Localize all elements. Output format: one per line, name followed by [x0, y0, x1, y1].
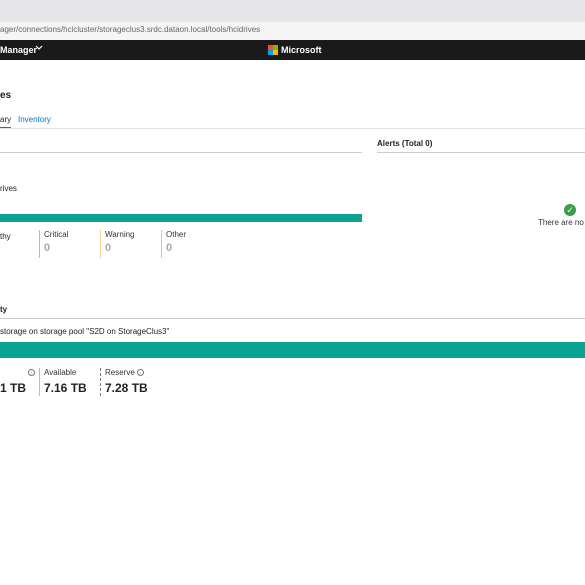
- tabs-divider: [0, 128, 585, 129]
- used-value: 1 TB: [0, 381, 27, 395]
- critical-value: 0: [44, 242, 51, 254]
- check-circle-icon: ✓: [564, 204, 576, 216]
- reserve-value: 7.28 TB: [105, 381, 148, 395]
- capacity-description: storage on storage pool "S2D on StorageC…: [0, 327, 170, 336]
- capacity-bar: [0, 342, 585, 358]
- warning-label: Warning: [105, 230, 135, 239]
- used-label: i: [0, 368, 35, 377]
- app-header: Manager Microsoft: [0, 40, 585, 60]
- address-url[interactable]: ager/connections/hcicluster/storageclus3…: [0, 25, 260, 34]
- page-title: es: [0, 90, 12, 101]
- capacity-title: ty: [0, 305, 8, 314]
- other-value: 0: [166, 242, 173, 254]
- section-divider: [0, 152, 362, 153]
- available-capacity: Available 7.16 TB: [39, 368, 87, 396]
- info-icon[interactable]: i: [136, 369, 144, 377]
- alerts-divider: [377, 152, 585, 153]
- reserve-capacity: Reserve i 7.28 TB: [100, 368, 148, 396]
- capacity-divider: [0, 318, 585, 319]
- other-label: Other: [166, 230, 187, 239]
- drives-summary-text: rives: [0, 184, 17, 193]
- microsoft-logo-icon: [268, 45, 278, 55]
- available-value: 7.16 TB: [44, 381, 87, 395]
- chevron-down-icon[interactable]: [35, 43, 43, 53]
- warning-count[interactable]: Warning 0: [100, 230, 135, 258]
- browser-tab-strip: [0, 0, 585, 22]
- address-bar[interactable]: ager/connections/hcicluster/storageclus3…: [0, 22, 585, 41]
- alerts-empty-message: There are no a: [538, 218, 585, 227]
- critical-label: Critical: [44, 230, 69, 239]
- drive-health-bar: [0, 214, 362, 222]
- tab-summary[interactable]: ary: [0, 115, 11, 124]
- tab-inventory[interactable]: Inventory: [18, 115, 51, 124]
- other-count[interactable]: Other 0: [161, 230, 186, 258]
- warning-value: 0: [105, 242, 112, 254]
- app-title[interactable]: Manager: [0, 45, 37, 55]
- microsoft-brand: Microsoft: [268, 45, 322, 55]
- info-icon[interactable]: i: [28, 369, 35, 377]
- used-capacity: i 1 TB: [0, 368, 35, 396]
- critical-count[interactable]: Critical 0: [39, 230, 68, 258]
- brand-name: Microsoft: [281, 45, 322, 55]
- healthy-label: thy: [0, 232, 11, 241]
- alerts-title: Alerts (Total 0): [377, 139, 433, 148]
- available-label: Available: [44, 368, 77, 377]
- reserve-label: Reserve i: [105, 368, 148, 377]
